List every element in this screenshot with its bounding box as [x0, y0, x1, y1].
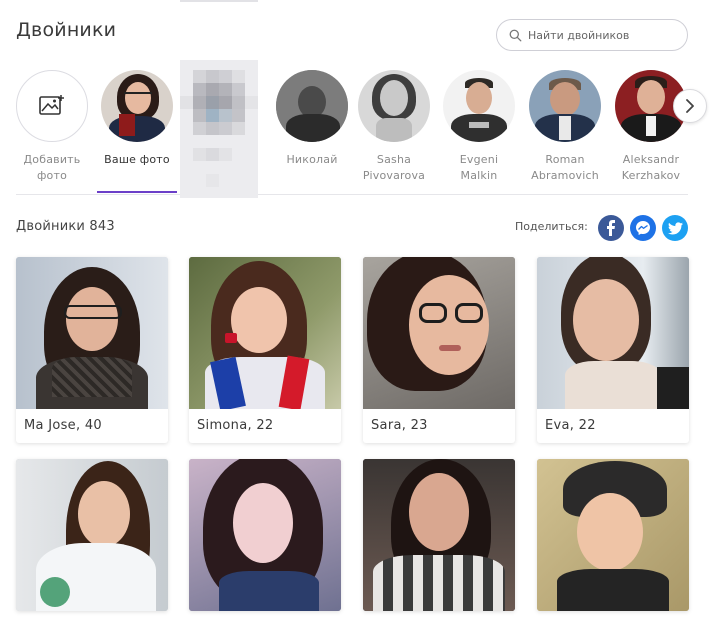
match-caption: Simona, 22 — [197, 418, 274, 433]
search-input[interactable] — [528, 28, 678, 42]
page-title: Двойники — [16, 19, 117, 41]
share-label: Поделиться: — [515, 220, 588, 233]
rail-label: Aleksandr Kerzhakov — [621, 153, 681, 182]
rail-label: Николай — [286, 153, 338, 166]
rail-label: Evgeni Malkin — [459, 153, 499, 182]
avatar[interactable] — [276, 70, 348, 142]
rail-label: Sasha Pivovarova — [362, 153, 426, 182]
results-count: Двойники 843 — [16, 219, 115, 234]
avatar[interactable] — [529, 70, 601, 142]
match-photo[interactable] — [537, 257, 689, 409]
rail-item-add-photo[interactable]: Добавить фото — [12, 70, 92, 184]
match-card[interactable]: Sara, 23 — [363, 257, 515, 443]
facebook-icon — [607, 220, 615, 236]
match-card[interactable] — [537, 459, 689, 611]
rail-item-roman-abramovich[interactable]: Roman Abramovich — [525, 70, 605, 184]
match-photo[interactable] — [363, 459, 515, 611]
messenger-share-button[interactable] — [630, 215, 656, 241]
match-photo[interactable] — [16, 459, 168, 611]
rail-item-sasha-pivovarova[interactable]: Sasha Pivovarova — [354, 70, 434, 184]
add-image-icon — [39, 95, 64, 115]
match-photo[interactable] — [189, 459, 341, 611]
messenger-icon — [636, 221, 650, 235]
match-card[interactable] — [189, 459, 341, 611]
rail-label: Добавить фото — [23, 153, 81, 182]
avatar[interactable] — [101, 70, 173, 142]
twitter-icon — [667, 221, 683, 234]
match-caption: Sara, 23 — [371, 418, 428, 433]
rail-divider — [16, 194, 688, 195]
celebrity-rail: Добавить фото Ваше фото Николай Sasha Pivo… — [0, 66, 720, 196]
match-card[interactable]: Ma Jose, 40 — [16, 257, 168, 443]
match-card[interactable]: Simona, 22 — [189, 257, 341, 443]
blurred-rail-item — [180, 48, 258, 198]
rail-item-nikolay[interactable]: Николай — [272, 70, 352, 168]
match-photo[interactable] — [189, 257, 341, 409]
rail-item-your-photo[interactable]: Ваше фото — [97, 70, 177, 168]
search-icon — [509, 29, 522, 41]
avatar[interactable] — [443, 70, 515, 142]
search-box[interactable] — [496, 19, 688, 51]
rail-item-aleksandr-kerzhakov[interactable]: Aleksandr Kerzhakov — [611, 70, 691, 184]
rail-label: Ваше фото — [104, 153, 170, 166]
match-caption: Ma Jose, 40 — [24, 418, 102, 433]
match-photo[interactable] — [16, 257, 168, 409]
match-card[interactable] — [16, 459, 168, 611]
rail-item-evgeni-malkin[interactable]: Evgeni Malkin — [439, 70, 519, 184]
match-photo[interactable] — [537, 459, 689, 611]
rail-label: Roman Abramovich — [531, 153, 599, 182]
top-strip — [180, 0, 258, 2]
match-card[interactable]: Eva, 22 — [537, 257, 689, 443]
active-tab-indicator — [97, 191, 177, 193]
chevron-right-icon — [686, 99, 694, 113]
avatar[interactable] — [358, 70, 430, 142]
match-photo[interactable] — [363, 257, 515, 409]
rail-next-button[interactable] — [673, 89, 707, 123]
twitter-share-button[interactable] — [662, 215, 688, 241]
facebook-share-button[interactable] — [598, 215, 624, 241]
match-caption: Eva, 22 — [545, 418, 596, 433]
add-photo-circle[interactable] — [16, 70, 88, 142]
match-card[interactable] — [363, 459, 515, 611]
